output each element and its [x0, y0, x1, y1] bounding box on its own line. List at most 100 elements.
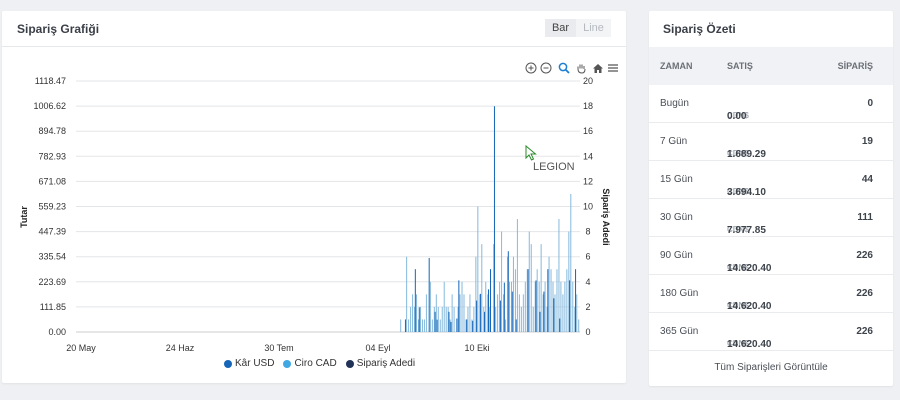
bar-siparis-adedi[interactable]: [439, 319, 441, 332]
bar-siparis-adedi[interactable]: [495, 306, 497, 332]
bar-siparis-adedi[interactable]: [463, 294, 465, 332]
bar-siparis-adedi[interactable]: [443, 281, 445, 332]
bar-kar-usd[interactable]: [535, 280, 537, 332]
bar-kar-usd[interactable]: [503, 282, 505, 332]
bar-siparis-adedi[interactable]: [550, 269, 552, 332]
bar-siparis-adedi[interactable]: [477, 206, 479, 333]
bar-siparis-adedi[interactable]: [497, 294, 499, 332]
legend-item-kar-usd[interactable]: Kâr USD: [224, 358, 274, 369]
bar-kar-usd[interactable]: [436, 319, 438, 332]
bar-siparis-adedi[interactable]: [516, 219, 518, 332]
bar-siparis-adedi[interactable]: [544, 281, 546, 332]
bar-kar-usd[interactable]: [450, 321, 452, 332]
bar-siparis-adedi[interactable]: [421, 319, 423, 332]
bar-kar-usd[interactable]: [527, 269, 529, 332]
bar-kar-usd[interactable]: [466, 319, 468, 332]
bar-siparis-adedi[interactable]: [558, 219, 560, 332]
bar-siparis-adedi[interactable]: [522, 294, 524, 332]
bar-siparis-adedi[interactable]: [528, 231, 530, 332]
bar-kar-usd[interactable]: [511, 291, 513, 332]
bar-siparis-adedi[interactable]: [540, 244, 542, 332]
bar-kar-usd[interactable]: [507, 251, 509, 332]
bar-kar-usd[interactable]: [414, 269, 416, 332]
bar-kar-usd[interactable]: [418, 307, 420, 332]
bar-siparis-adedi[interactable]: [562, 294, 564, 332]
bar-siparis-adedi[interactable]: [520, 306, 522, 332]
bar-siparis-adedi[interactable]: [548, 256, 550, 332]
bar-kar-usd[interactable]: [493, 106, 495, 332]
bar-siparis-adedi[interactable]: [459, 294, 461, 332]
bar-kar-usd[interactable]: [575, 269, 577, 332]
bar-siparis-adedi[interactable]: [412, 294, 414, 332]
bar-siparis-adedi[interactable]: [556, 269, 558, 332]
bar-kar-usd[interactable]: [456, 318, 458, 332]
bar-siparis-adedi[interactable]: [441, 306, 443, 332]
bar-siparis-adedi[interactable]: [445, 306, 447, 332]
bar-kar-usd[interactable]: [543, 291, 545, 332]
bar-siparis-adedi[interactable]: [505, 319, 507, 332]
bar-siparis-adedi[interactable]: [429, 281, 431, 332]
bar-kar-usd[interactable]: [480, 293, 482, 332]
bar-kar-usd[interactable]: [488, 289, 490, 332]
bar-siparis-adedi[interactable]: [425, 294, 427, 332]
bar-siparis-adedi[interactable]: [416, 294, 418, 332]
bar-kar-usd[interactable]: [569, 280, 571, 332]
bar-kar-usd[interactable]: [490, 269, 491, 332]
bar-siparis-adedi[interactable]: [481, 244, 483, 332]
bar-siparis-adedi[interactable]: [423, 319, 425, 332]
bar-kar-usd[interactable]: [404, 319, 406, 332]
y2-tick-label: 10: [583, 202, 593, 212]
row-satis-value: 14.620.40: [727, 339, 772, 350]
bar-kar-usd[interactable]: [559, 318, 561, 332]
bar-siparis-adedi[interactable]: [572, 281, 574, 332]
bar-siparis-adedi[interactable]: [473, 306, 475, 332]
bar-siparis-adedi[interactable]: [530, 244, 532, 332]
bar-kar-usd[interactable]: [472, 320, 474, 332]
bar-kar-usd[interactable]: [458, 280, 460, 332]
bar-siparis-adedi[interactable]: [461, 281, 463, 332]
bar-siparis-adedi[interactable]: [408, 319, 410, 332]
header-satis: SATIŞ: [727, 61, 753, 71]
bar-kar-usd[interactable]: [484, 311, 486, 332]
bar-siparis-adedi[interactable]: [451, 294, 453, 332]
y2-tick-label: 8: [585, 227, 590, 237]
legend-item-ciro-cad[interactable]: Ciro CAD: [283, 358, 337, 369]
bar-siparis-adedi[interactable]: [554, 294, 556, 332]
bar-kar-usd[interactable]: [434, 311, 436, 332]
bar-kar-usd[interactable]: [547, 269, 549, 332]
bar-siparis-adedi[interactable]: [578, 319, 580, 332]
bar-siparis-adedi[interactable]: [406, 256, 408, 332]
bar-siparis-adedi[interactable]: [570, 193, 572, 332]
bar-siparis-adedi[interactable]: [524, 281, 526, 332]
bar-kar-usd[interactable]: [553, 298, 555, 332]
bar-siparis-adedi[interactable]: [512, 256, 514, 332]
bar-siparis-adedi[interactable]: [400, 319, 402, 332]
bar-siparis-adedi[interactable]: [560, 281, 562, 332]
bar-siparis-adedi[interactable]: [566, 269, 568, 332]
bar-siparis-adedi[interactable]: [467, 306, 469, 332]
bar-kar-usd[interactable]: [476, 300, 478, 332]
bar-kar-usd[interactable]: [515, 319, 517, 332]
bar-siparis-adedi[interactable]: [508, 281, 510, 332]
bar-kar-usd[interactable]: [428, 257, 430, 332]
bar-siparis-adedi[interactable]: [431, 319, 433, 332]
bar-siparis-adedi[interactable]: [410, 306, 412, 332]
bar-siparis-adedi[interactable]: [532, 306, 534, 332]
view-all-orders-link[interactable]: Tüm Siparişleri Görüntüle: [649, 351, 893, 385]
bar-siparis-adedi[interactable]: [564, 281, 566, 332]
bar-kar-usd[interactable]: [448, 311, 450, 332]
bar-kar-usd[interactable]: [499, 300, 501, 332]
bar-siparis-adedi[interactable]: [485, 281, 487, 332]
bar-siparis-adedi[interactable]: [501, 231, 503, 332]
bar-siparis-adedi[interactable]: [453, 306, 455, 332]
row-satis-value: 3.694.10: [727, 187, 766, 198]
legend-item-siparis-adedi[interactable]: Sipariş Adedi: [345, 358, 415, 369]
y2-tick-label: 12: [583, 176, 593, 186]
bar-siparis-adedi[interactable]: [419, 306, 421, 332]
bar-siparis-adedi[interactable]: [518, 294, 520, 332]
bar-siparis-adedi[interactable]: [437, 306, 439, 332]
bar-siparis-adedi[interactable]: [536, 269, 538, 332]
bar-kar-usd[interactable]: [539, 311, 541, 332]
bar-siparis-adedi[interactable]: [469, 294, 471, 332]
bar-siparis-adedi[interactable]: [576, 294, 578, 332]
